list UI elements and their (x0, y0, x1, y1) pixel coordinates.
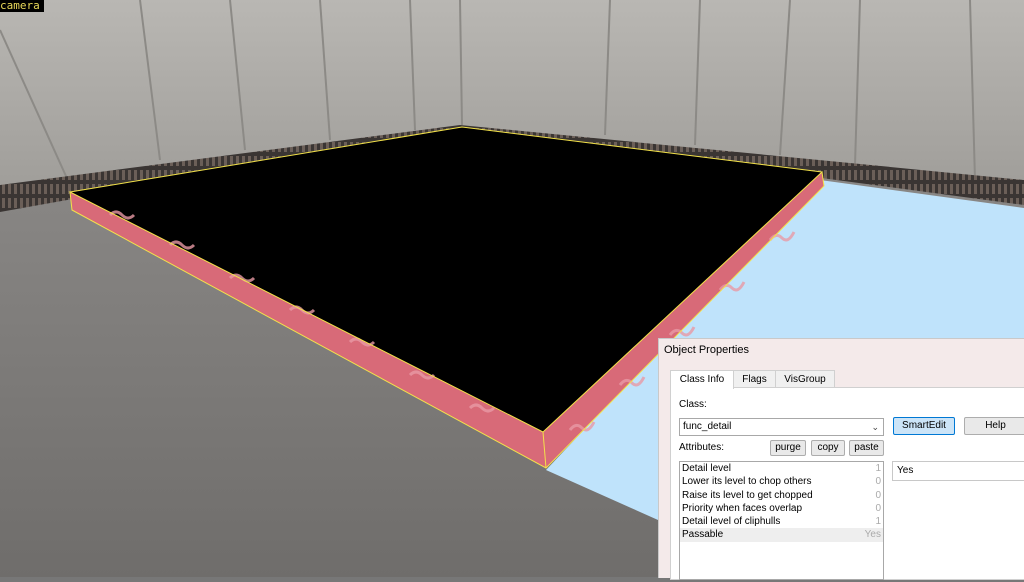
class-value: func_detail (683, 421, 732, 432)
copy-button[interactable]: copy (811, 440, 845, 456)
attribute-value: 1 (875, 463, 881, 474)
attribute-row-lower-level[interactable]: Lower its level to chop others 0 (680, 475, 883, 488)
attribute-value: 1 (875, 516, 881, 528)
attributes-label: Attributes: (679, 442, 725, 453)
chevron-down-icon: ⌄ (871, 422, 879, 432)
attribute-row-passable[interactable]: Passable Yes (680, 528, 883, 542)
attribute-value: 0 (875, 502, 881, 514)
attribute-value-text: Yes (897, 465, 914, 476)
attribute-row-priority[interactable]: Priority when faces overlap 0 (680, 502, 883, 515)
class-label: Class: (679, 399, 707, 410)
viewport-label: camera (0, 0, 44, 12)
attribute-name: Raise its level to get chopped (682, 489, 813, 501)
attribute-name: Detail level of cliphulls (682, 516, 781, 528)
tab-flags[interactable]: Flags (733, 370, 776, 388)
attribute-value: 0 (875, 489, 881, 501)
attribute-row-raise-level[interactable]: Raise its level to get chopped 0 (680, 489, 883, 502)
attribute-value: Yes (864, 529, 881, 541)
purge-button[interactable]: purge (770, 440, 806, 456)
attributes-list[interactable]: Detail level 1 Lower its level to chop o… (679, 461, 884, 580)
attribute-row-detail-level[interactable]: Detail level 1 (680, 462, 883, 475)
tab-visgroup[interactable]: VisGroup (775, 370, 835, 388)
attribute-name: Lower its level to chop others (682, 476, 812, 488)
help-button[interactable]: Help (964, 417, 1024, 435)
attribute-row-cliphull-detail[interactable]: Detail level of cliphulls 1 (680, 515, 883, 528)
attribute-value: 0 (875, 476, 881, 488)
attribute-name: Priority when faces overlap (682, 502, 803, 514)
attribute-value-field[interactable]: Yes (892, 461, 1024, 481)
dialog-title: Object Properties (664, 344, 749, 356)
attribute-name: Detail level (682, 463, 731, 474)
paste-button[interactable]: paste (849, 440, 884, 456)
class-dropdown[interactable]: func_detail ⌄ (679, 418, 884, 436)
object-properties-dialog: Object Properties Class Info Flags VisGr… (658, 338, 1024, 580)
smartedit-button[interactable]: SmartEdit (893, 417, 955, 435)
attribute-name: Passable (682, 529, 724, 541)
tab-class-info[interactable]: Class Info (670, 370, 734, 389)
